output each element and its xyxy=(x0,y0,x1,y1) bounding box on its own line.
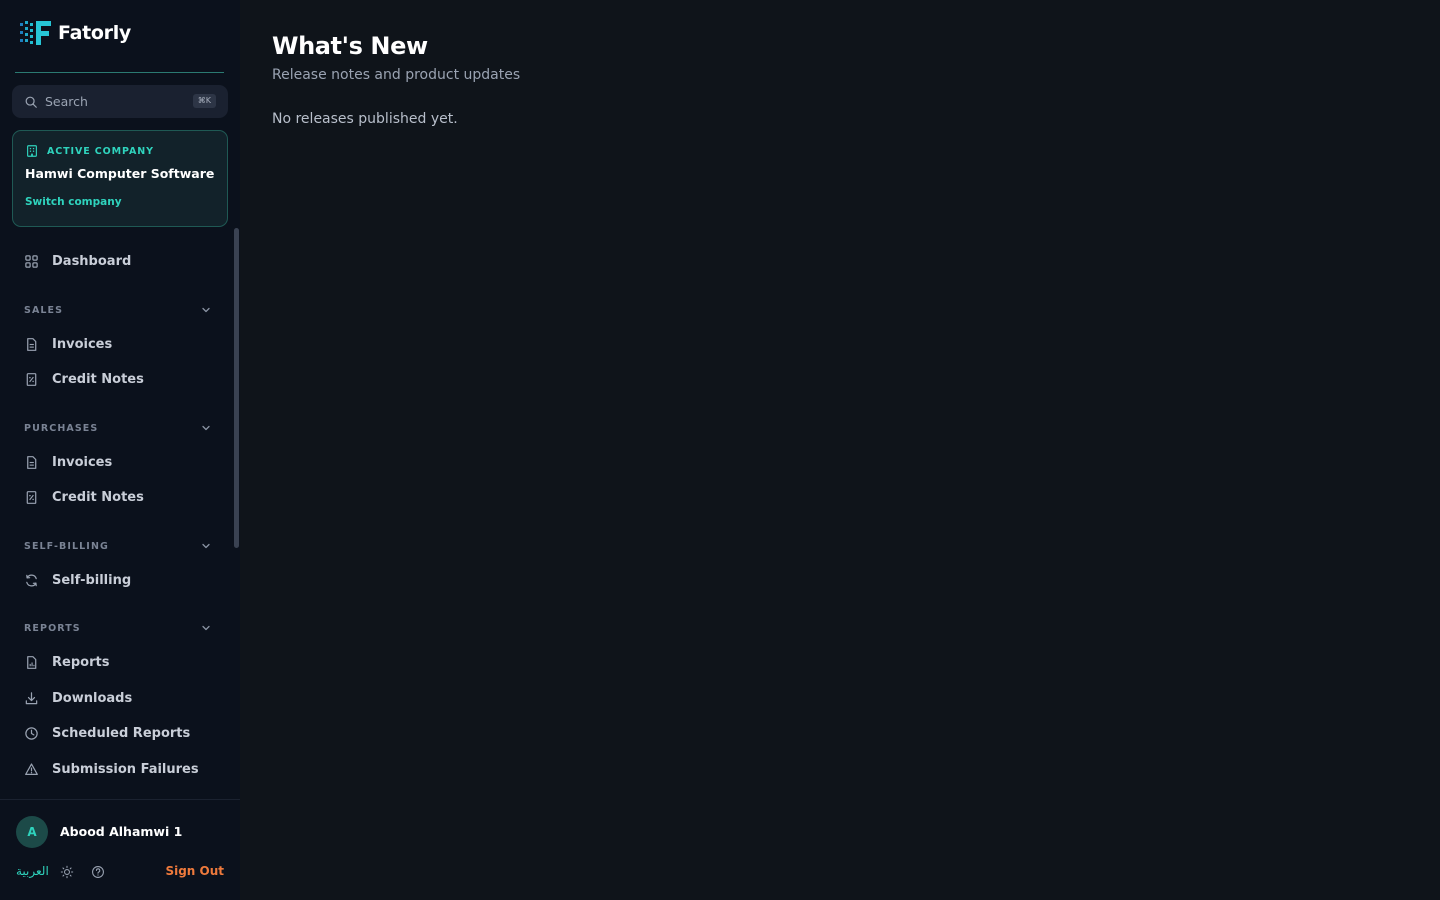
sidebar-item-label: Scheduled Reports xyxy=(52,725,191,741)
sidebar-item-sales-invoices[interactable]: Invoices xyxy=(24,334,112,354)
section-toggle-reports[interactable]: REPORTS xyxy=(24,621,212,635)
sidebar-footer-actions: العربية Sign Out xyxy=(16,862,224,882)
active-company-card: ACTIVE COMPANY Hamwi Computer Software S… xyxy=(12,130,228,227)
empty-state-message: No releases published yet. xyxy=(272,111,458,127)
building-icon xyxy=(27,145,37,157)
section-label-purchases: PURCHASES xyxy=(24,422,99,434)
help-icon[interactable] xyxy=(91,865,105,879)
chevron-down-icon xyxy=(202,543,210,549)
section-toggle-sales[interactable]: SALES xyxy=(24,303,212,317)
clock-icon xyxy=(25,726,38,740)
chevron-down-icon xyxy=(202,625,210,631)
sidebar-item-downloads[interactable]: Downloads xyxy=(24,688,132,708)
sidebar-scrollbar[interactable] xyxy=(234,228,239,548)
section-label-sales: SALES xyxy=(24,304,64,316)
sidebar-item-label: Invoices xyxy=(52,336,113,352)
sidebar: Fatorly Search ⌘K ACTIVE COMPANY Hamwi C… xyxy=(0,0,240,900)
section-toggle-self-billing[interactable]: SELF-BILLING xyxy=(24,539,212,553)
company-name: Hamwi Computer Software xyxy=(25,166,215,181)
app-logo[interactable]: Fatorly xyxy=(20,18,131,48)
user-name[interactable]: Abood Alhamwi 1 xyxy=(60,824,182,839)
receipt-icon xyxy=(26,372,37,386)
document-icon xyxy=(27,337,37,351)
sidebar-item-reports[interactable]: Reports xyxy=(24,652,109,672)
sidebar-item-sales-credit-notes[interactable]: Credit Notes xyxy=(24,369,144,389)
section-label-self-billing: SELF-BILLING xyxy=(24,540,109,552)
sign-out-button[interactable]: Sign Out xyxy=(165,864,224,878)
refresh-icon xyxy=(26,573,37,587)
logo-icon xyxy=(20,19,52,47)
sidebar-item-label: Self-billing xyxy=(52,572,132,588)
sidebar-item-submission-failures[interactable]: Submission Failures xyxy=(24,759,199,779)
search-icon xyxy=(25,96,37,108)
report-icon xyxy=(27,655,37,669)
search-placeholder: Search xyxy=(45,94,88,109)
switch-company-link[interactable]: Switch company xyxy=(25,196,122,208)
sidebar-item-self-billing[interactable]: Self-billing xyxy=(24,570,131,590)
document-icon xyxy=(27,455,37,469)
sidebar-item-label: Submission Failures xyxy=(52,761,199,777)
section-label-reports: REPORTS xyxy=(24,622,81,634)
main-content: What's New Release notes and product upd… xyxy=(240,0,1440,900)
page-title: What's New xyxy=(272,32,428,60)
sidebar-item-scheduled-reports[interactable]: Scheduled Reports xyxy=(24,723,190,743)
sidebar-item-purchases-invoices[interactable]: Invoices xyxy=(24,452,112,472)
sidebar-item-label: Dashboard xyxy=(52,253,132,269)
sidebar-item-dashboard[interactable]: Dashboard xyxy=(24,251,131,271)
sidebar-item-label: Credit Notes xyxy=(52,371,144,387)
chevron-down-icon xyxy=(202,425,210,431)
search-input[interactable]: Search ⌘K xyxy=(12,85,228,118)
search-shortcut-badge: ⌘K xyxy=(192,94,216,108)
receipt-icon xyxy=(26,490,37,504)
chevron-down-icon xyxy=(202,307,210,313)
section-toggle-purchases[interactable]: PURCHASES xyxy=(24,421,212,435)
grid-icon xyxy=(25,254,38,268)
app-name: Fatorly xyxy=(58,22,131,44)
sidebar-item-purchases-credit-notes[interactable]: Credit Notes xyxy=(24,487,144,507)
sidebar-item-label: Downloads xyxy=(52,690,133,706)
page-subtitle: Release notes and product updates xyxy=(272,67,521,83)
active-company-label: ACTIVE COMPANY xyxy=(47,145,154,157)
sidebar-item-label: Reports xyxy=(52,654,110,670)
sidebar-item-label: Credit Notes xyxy=(52,489,144,505)
warning-icon xyxy=(25,762,38,775)
language-toggle-button[interactable]: العربية xyxy=(16,864,49,878)
avatar[interactable]: A xyxy=(16,816,48,848)
sidebar-item-label: Invoices xyxy=(52,454,113,470)
download-icon xyxy=(25,691,38,704)
sidebar-footer-divider xyxy=(0,799,240,800)
sun-icon[interactable] xyxy=(60,865,74,879)
logo-divider xyxy=(15,72,224,73)
